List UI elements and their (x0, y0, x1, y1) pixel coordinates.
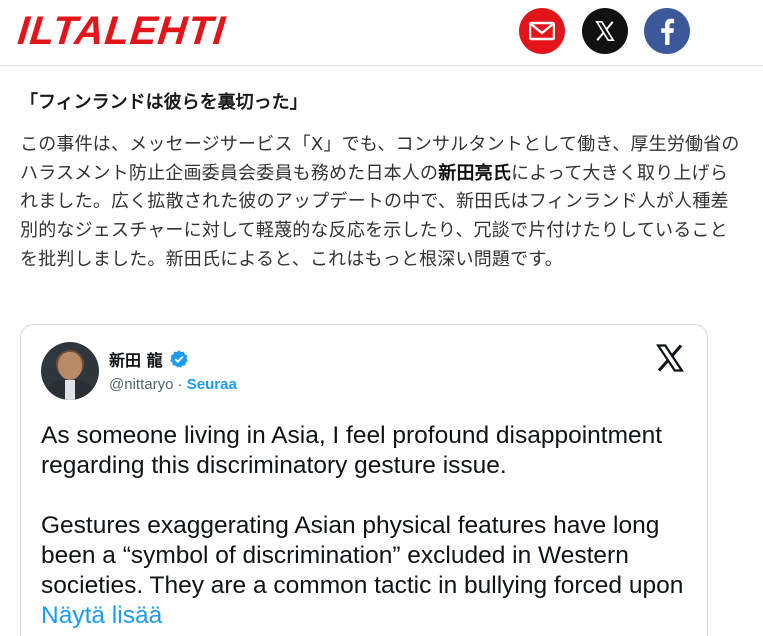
tweet-author-row: 新田 龍 (109, 347, 189, 371)
tweet-body: As someone living in Asia, I feel profou… (41, 421, 701, 636)
tweet-paragraph-2: Gestures exaggerating Asian physical fea… (41, 511, 701, 631)
tweet-handle-row: @nittaryo · Seuraa (109, 376, 237, 393)
section-heading: 「フィンランドは彼らを裏切った」 (20, 92, 308, 113)
tweet-paragraph-2-text: Gestures exaggerating Asian physical fea… (41, 512, 684, 599)
facebook-share-button[interactable] (644, 8, 690, 54)
iltalehti-logo[interactable]: ILTALEHTI (16, 9, 228, 53)
facebook-icon (661, 18, 675, 45)
email-icon (529, 21, 555, 41)
paragraph-bold-name: 新田亮氏 (438, 162, 512, 184)
x-share-button[interactable] (582, 8, 628, 54)
embedded-tweet[interactable]: 新田 龍 @nittaryo · Seuraa As someone livin… (20, 324, 708, 636)
email-share-button[interactable] (519, 8, 565, 54)
avatar[interactable] (41, 342, 99, 400)
site-header: ILTALEHTI (0, 0, 763, 66)
tweet-paragraph-1: As someone living in Asia, I feel profou… (41, 422, 663, 479)
follow-button[interactable]: Seuraa (187, 376, 237, 393)
handle-separator: · (173, 376, 187, 393)
tweet-handle[interactable]: @nittaryo (109, 376, 173, 393)
x-logo-icon[interactable] (655, 343, 685, 373)
x-logo-icon (595, 21, 615, 41)
verified-badge-icon (169, 349, 189, 369)
show-more-link[interactable]: Näytä lisää (41, 602, 162, 629)
tweet-author-name[interactable]: 新田 龍 (109, 347, 163, 371)
article-paragraph: この事件は、メッセージサービス「X」でも、コンサルタントとして働き、厚生労働省の… (20, 131, 744, 275)
